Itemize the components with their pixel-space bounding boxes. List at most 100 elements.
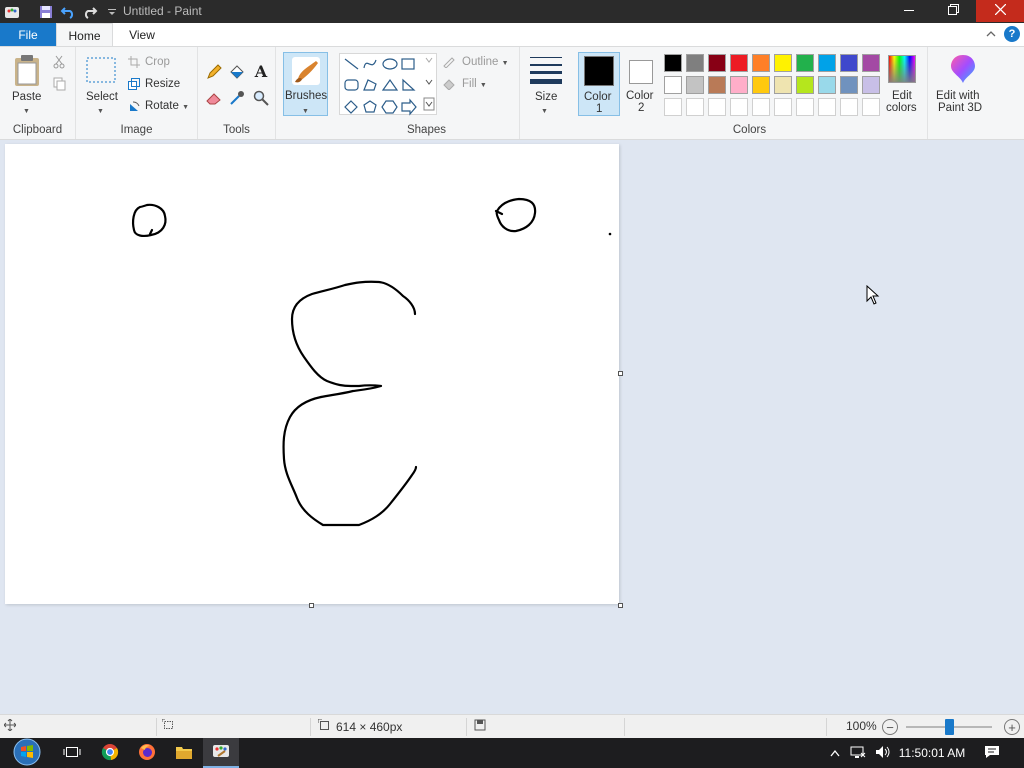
palette-swatch[interactable] — [774, 54, 792, 72]
restore-button[interactable] — [930, 0, 976, 22]
cut-icon[interactable] — [52, 55, 66, 69]
palette-swatch[interactable] — [730, 76, 748, 94]
taskbar-chrome[interactable] — [92, 738, 128, 768]
custom-color-slot[interactable] — [796, 98, 814, 116]
resize-handle-corner[interactable] — [618, 603, 623, 608]
tab-view[interactable]: View — [120, 23, 164, 47]
start-button[interactable] — [6, 738, 48, 768]
tab-file[interactable]: File — [0, 23, 56, 46]
outline-button[interactable]: Outline ▼ — [462, 56, 509, 68]
task-view-button[interactable] — [54, 738, 90, 768]
paint-app-icon[interactable] — [4, 4, 20, 20]
image-group: Select ▼ Crop Resize Rotate ▼ Image — [76, 47, 198, 139]
edit-with-paint3d-button[interactable]: Edit with Paint 3D — [932, 52, 994, 118]
curve-shape-icon — [363, 59, 377, 69]
eraser-icon[interactable] — [205, 89, 223, 107]
fill-button[interactable]: Fill ▼ — [462, 78, 487, 90]
palette-swatch[interactable] — [774, 76, 792, 94]
zoom-out-button[interactable]: − — [882, 719, 898, 735]
color-picker-icon[interactable] — [228, 89, 246, 107]
rotate-button[interactable]: Rotate ▼ — [145, 100, 189, 112]
color1-label: Color — [584, 91, 612, 103]
palette-swatch[interactable] — [862, 76, 880, 94]
taskbar-paint[interactable] — [203, 738, 239, 768]
text-tool-icon[interactable]: A — [252, 62, 270, 81]
edit-colors-button[interactable]: Edit colors — [882, 52, 924, 118]
notification-icon — [984, 745, 1000, 762]
pencil-icon[interactable] — [205, 63, 223, 81]
brushes-button[interactable]: Brushes ▼ — [283, 52, 328, 116]
save-icon[interactable] — [38, 4, 54, 20]
custom-color-slot[interactable] — [862, 98, 880, 116]
size-button[interactable]: Size — [535, 91, 557, 103]
palette-swatch[interactable] — [796, 54, 814, 72]
collapse-ribbon-icon[interactable] — [986, 27, 996, 41]
custom-color-slot[interactable] — [840, 98, 858, 116]
palette-swatch[interactable] — [686, 76, 704, 94]
quick-access-toolbar — [4, 3, 120, 20]
volume-button[interactable] — [872, 738, 894, 768]
custom-color-slot[interactable] — [686, 98, 704, 116]
palette-swatch[interactable] — [796, 76, 814, 94]
file-size-icon — [474, 719, 486, 731]
custom-color-slot[interactable] — [708, 98, 726, 116]
palette-swatch[interactable] — [840, 54, 858, 72]
redo-icon[interactable] — [82, 4, 98, 20]
zoom-in-button[interactable]: + — [1004, 719, 1020, 735]
magnifier-icon[interactable] — [252, 89, 270, 107]
fill-bucket-icon[interactable] — [228, 63, 246, 81]
action-center-button[interactable] — [978, 738, 1006, 768]
select-button[interactable]: Select — [86, 91, 118, 103]
palette-swatch[interactable] — [708, 54, 726, 72]
palette-swatch[interactable] — [730, 54, 748, 72]
drawing-canvas[interactable] — [5, 144, 619, 604]
palette-swatch[interactable] — [664, 54, 682, 72]
custom-color-slot[interactable] — [664, 98, 682, 116]
palette-swatch[interactable] — [862, 54, 880, 72]
size-icon[interactable] — [529, 55, 563, 85]
palette-swatch[interactable] — [840, 76, 858, 94]
crop-button[interactable]: Crop — [145, 56, 170, 68]
palette-swatch[interactable] — [752, 76, 770, 94]
shapes-gallery[interactable] — [339, 53, 437, 116]
zoom-slider-thumb[interactable] — [944, 719, 954, 735]
close-button[interactable] — [976, 0, 1024, 22]
custom-color-slot[interactable] — [774, 98, 792, 116]
paint3d-group: Edit with Paint 3D — [928, 47, 992, 139]
color1-button[interactable]: Color 1 — [578, 52, 620, 116]
paste-dropdown-arrow[interactable]: ▼ — [23, 104, 30, 116]
help-icon[interactable]: ? — [1004, 26, 1020, 42]
palette-swatch[interactable] — [818, 54, 836, 72]
palette-swatch[interactable] — [818, 76, 836, 94]
palette-swatch[interactable] — [664, 76, 682, 94]
custom-color-slot[interactable] — [752, 98, 770, 116]
stroke-bottom-arc — [282, 395, 418, 527]
taskbar-firefox[interactable] — [129, 738, 165, 768]
network-button[interactable] — [848, 738, 868, 768]
taskbar-file-explorer[interactable] — [166, 738, 202, 768]
clock[interactable]: 11:50:01 AM — [896, 738, 968, 768]
palette-swatch[interactable] — [708, 76, 726, 94]
color2-button[interactable]: Color 2 — [622, 52, 664, 116]
paste-button[interactable]: Paste — [12, 91, 41, 103]
custom-color-slot[interactable] — [730, 98, 748, 116]
show-hidden-icons-button[interactable] — [826, 738, 844, 768]
custom-color-slot[interactable] — [818, 98, 836, 116]
crop-icon — [128, 56, 140, 68]
select-icon[interactable] — [86, 57, 116, 83]
resize-button[interactable]: Resize — [145, 78, 180, 90]
customize-qat-icon[interactable] — [104, 4, 120, 20]
minimize-button[interactable] — [886, 0, 932, 22]
palette-swatch[interactable] — [752, 54, 770, 72]
select-dropdown-arrow[interactable]: ▼ — [97, 104, 104, 116]
resize-handle-right[interactable] — [618, 371, 623, 376]
paste-icon[interactable] — [12, 53, 42, 89]
size-dropdown-arrow[interactable]: ▼ — [541, 104, 548, 116]
undo-icon[interactable] — [60, 4, 76, 20]
tab-home[interactable]: Home — [56, 23, 113, 47]
resize-handle-bottom[interactable] — [309, 603, 314, 608]
palette-swatch[interactable] — [686, 54, 704, 72]
copy-icon[interactable] — [52, 77, 66, 91]
canvas-workspace[interactable] — [0, 140, 1024, 714]
clipboard-group-label: Clipboard — [12, 124, 63, 136]
